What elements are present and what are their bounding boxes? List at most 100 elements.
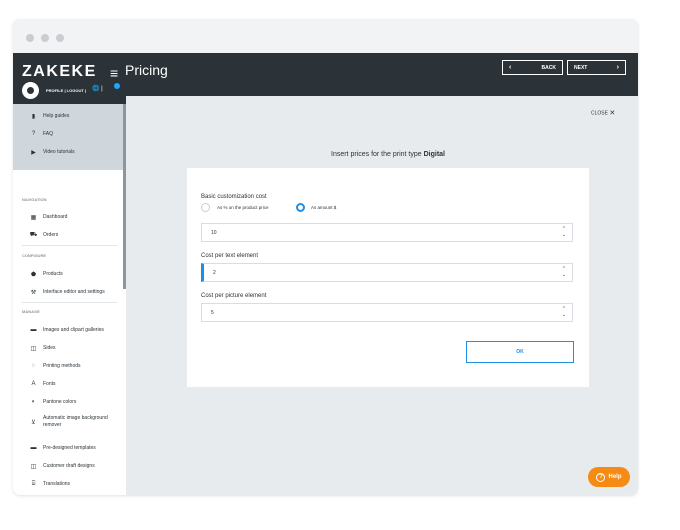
sidebar-item[interactable]: ▬ Images and clipart galleries xyxy=(13,321,126,339)
avatar[interactable] xyxy=(22,82,39,99)
bg-remover-icon: ⊻ xyxy=(31,419,36,426)
window-titlebar xyxy=(13,19,638,53)
sidebar: PROFILE | LOGOUT | 🌐 | ▮ Help guides? FAQ ▶… xyxy=(13,77,126,495)
picture-cost-stepper[interactable]: ⌃ ⌄ xyxy=(562,306,566,318)
sidebar-item-label: FAQ xyxy=(43,131,54,137)
help-label: Help xyxy=(608,474,622,480)
close-button[interactable]: CLOSE ✕ xyxy=(591,109,615,117)
sidebar-item[interactable]: ◐ Pantone colors xyxy=(13,393,126,411)
sidebar-item-label: Fonts xyxy=(43,381,56,387)
language-icon[interactable]: 🌐 | xyxy=(92,85,103,92)
notification-icon[interactable] xyxy=(114,83,120,89)
sidebar-item-label: Video tutorials xyxy=(43,149,75,155)
sidebar-item[interactable]: ▬ Pre-designed templates xyxy=(13,439,126,457)
text-cost-stepper[interactable]: ⌃ ⌄ xyxy=(562,266,566,278)
question-icon: ? xyxy=(31,131,36,137)
basic-cost-stepper[interactable]: ⌃ ⌄ xyxy=(562,226,566,238)
sidebar-section-title: NAVIGATION xyxy=(22,197,47,202)
window-close-dot[interactable] xyxy=(26,34,34,42)
text-cost-label: Cost per text element xyxy=(201,253,259,259)
sidebar-item-label: Printing methods xyxy=(43,363,81,369)
products-icon: ⬟ xyxy=(30,271,37,278)
pricing-form: Basic customization cost As % on the pro… xyxy=(187,168,589,387)
video-icon: ▶ xyxy=(31,149,36,156)
window-maximize-dot[interactable] xyxy=(56,34,64,42)
sidebar-scrollbar[interactable] xyxy=(123,104,126,289)
pricing-heading: Insert prices for the print type Digital xyxy=(188,151,588,158)
sidebar-item[interactable]: ? FAQ xyxy=(13,125,126,143)
sidebar-item-label: Pre-designed templates xyxy=(43,445,96,451)
profile-logout-links[interactable]: PROFILE | LOGOUT | xyxy=(46,88,86,93)
printing-icon: ◌ xyxy=(31,363,36,369)
next-label: NEXT xyxy=(574,64,588,71)
drafts-icon: ◫ xyxy=(30,463,37,470)
sidebar-item-label: Customer draft designs xyxy=(43,463,95,469)
sidebar-item[interactable]: ◌ Printing methods xyxy=(13,357,126,375)
next-button[interactable]: NEXT › xyxy=(567,60,626,75)
sidebar-item-label: Orders xyxy=(43,232,59,238)
book-icon: ▮ xyxy=(31,113,36,120)
user-icon xyxy=(27,87,34,94)
translate-icon: ⌸ xyxy=(31,480,36,487)
page-title: Pricing xyxy=(125,62,168,78)
chevron-left-icon: ‹ xyxy=(509,64,512,71)
chevron-right-icon: › xyxy=(616,64,619,71)
help-button[interactable]: ? Help xyxy=(588,467,630,487)
sides-icon: ◫ xyxy=(30,345,37,352)
sidebar-item-label: Sides xyxy=(43,345,56,351)
help-question-icon: ? xyxy=(596,472,606,482)
picture-cost-label: Cost per picture element xyxy=(201,293,267,299)
basic-cost-input[interactable]: 10 ⌃ ⌄ xyxy=(201,223,573,242)
sidebar-item[interactable]: ⊻ Automatic image background remover xyxy=(13,413,126,431)
sidebar-section-title: CONFIGURE xyxy=(22,253,46,258)
cart-icon: ⛟ xyxy=(29,232,38,238)
text-cost-input[interactable]: 2 ⌃ ⌄ xyxy=(201,263,573,282)
radio-amount[interactable] xyxy=(296,203,305,212)
ok-button[interactable]: OK xyxy=(466,341,574,363)
sidebar-item-label: Products xyxy=(43,271,63,277)
settings-icon: ⚒ xyxy=(30,289,37,296)
sidebar-item[interactable]: ⛟ Orders xyxy=(13,226,126,244)
sidebar-item[interactable]: ◫ Customer draft designs xyxy=(13,457,126,475)
sidebar-profile: PROFILE | LOGOUT | 🌐 | xyxy=(13,77,126,104)
sidebar-item[interactable]: A Fonts xyxy=(13,375,126,393)
back-label: BACK xyxy=(541,64,556,71)
fonts-icon: A xyxy=(31,381,36,387)
sidebar-item-label: Translations xyxy=(43,481,71,487)
radio-amount-label[interactable]: As amount $ xyxy=(311,205,336,210)
sidebar-item-label: Dashboard xyxy=(43,214,68,220)
sidebar-item[interactable]: ▶ Video tutorials xyxy=(13,143,126,161)
sidebar-item-label: Images and clipart galleries xyxy=(43,327,104,333)
dashboard-icon: ▦ xyxy=(30,214,37,221)
sidebar-item-label: Pantone colors xyxy=(43,399,77,405)
sidebar-item[interactable]: ▦ Dashboard xyxy=(13,208,126,226)
close-icon: ✕ xyxy=(609,110,616,117)
templates-icon: ▬ xyxy=(30,445,37,451)
window-minimize-dot[interactable] xyxy=(41,34,49,42)
image-icon: ▬ xyxy=(30,327,37,333)
sidebar-item-label: Automatic image background remover xyxy=(43,415,108,428)
sidebar-item[interactable]: ⬟ Products xyxy=(13,265,126,283)
sidebar-item[interactable]: ⌸ Translations xyxy=(13,475,126,493)
picture-cost-input[interactable]: 5 ⌃ ⌄ xyxy=(201,303,573,322)
picture-cost-value: 5 xyxy=(211,309,214,316)
basic-cost-value: 10 xyxy=(211,229,217,236)
text-cost-value: 2 xyxy=(213,269,216,276)
sidebar-item[interactable]: ⚒ Interface editor and settings xyxy=(13,283,126,301)
sidebar-divider xyxy=(22,245,117,246)
sidebar-divider xyxy=(22,302,117,303)
sidebar-section-title: MANAGE xyxy=(22,309,40,314)
sidebar-item[interactable]: ◫ Sides xyxy=(13,339,126,357)
basic-cost-label: Basic customization cost xyxy=(201,194,267,200)
print-type-name: Digital xyxy=(423,151,445,158)
heading-prefix: Insert prices for the print type xyxy=(331,151,422,158)
radio-percent[interactable] xyxy=(201,203,210,212)
sidebar-item-label: Interface editor and settings xyxy=(43,289,105,295)
back-button[interactable]: ‹ BACK xyxy=(502,60,563,75)
radio-percent-label[interactable]: As % on the product price xyxy=(217,205,269,210)
close-label: CLOSE xyxy=(591,110,608,117)
app-window: ZAKEKE ≡ Pricing ‹ BACK NEXT › PROFILE |… xyxy=(13,19,638,495)
sidebar-item-label: Help guides xyxy=(43,113,70,119)
sidebar-item[interactable]: ▮ Help guides xyxy=(13,107,126,125)
palette-icon: ◐ xyxy=(31,399,36,405)
